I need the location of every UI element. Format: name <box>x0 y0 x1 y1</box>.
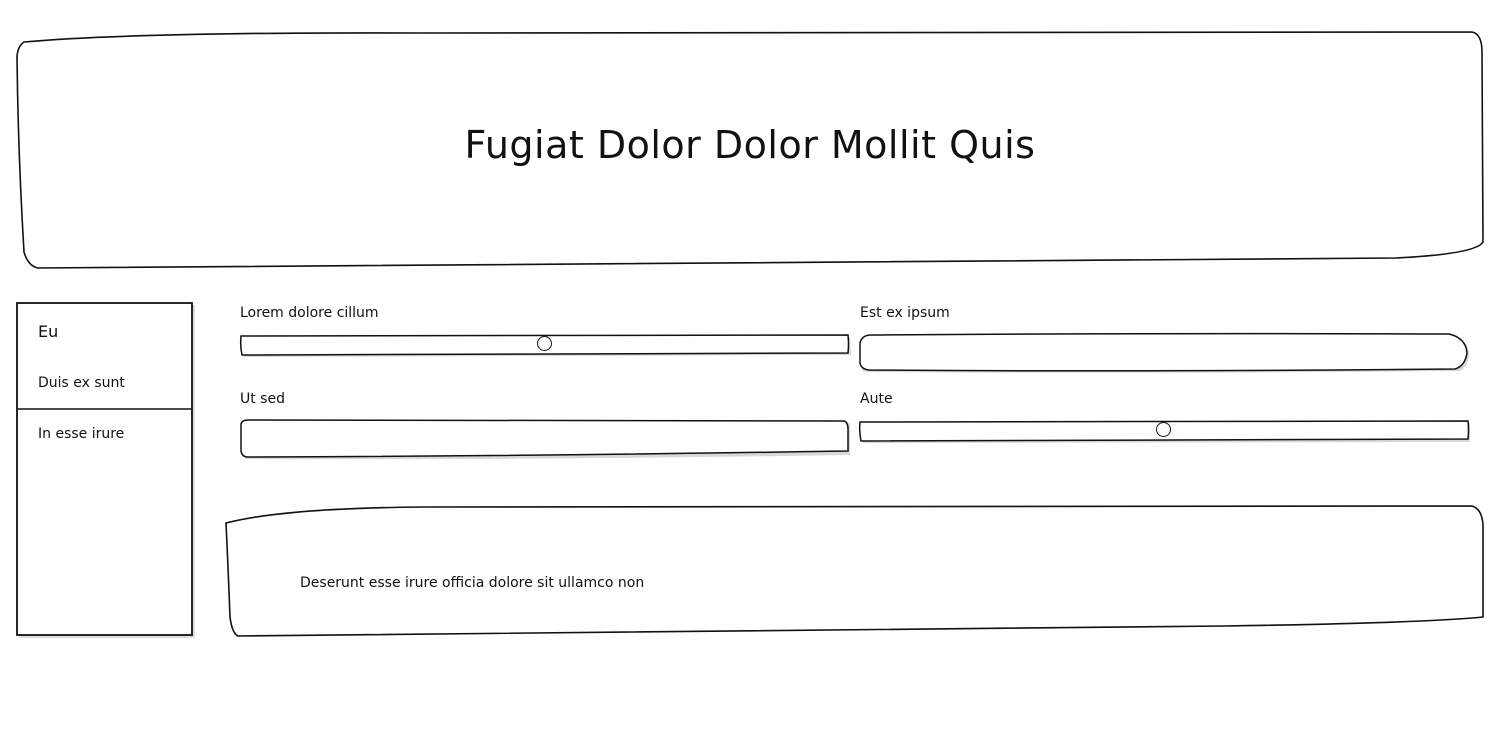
slider-knob[interactable] <box>536 336 552 351</box>
text-input-border <box>859 332 1470 373</box>
field-label-aute: Aute <box>860 391 893 407</box>
sidebar-border <box>16 302 195 638</box>
slider-aute[interactable] <box>858 420 1471 444</box>
slider-knob[interactable] <box>1155 422 1171 437</box>
header-banner: Fugiat Dolor Dolor Mollit Quis <box>16 31 1484 270</box>
sidebar-heading: Eu <box>38 322 59 341</box>
content-panel-border <box>225 505 1484 637</box>
slider-lorem-dolore-cillum[interactable] <box>239 334 852 358</box>
sidebar: Eu Duis ex sunt In esse irure <box>16 302 195 638</box>
content-panel: Deserunt esse irure officia dolore sit u… <box>224 505 1484 639</box>
page-title: Fugiat Dolor Dolor Mollit Quis <box>464 123 1036 167</box>
text-input-ut-sed[interactable] <box>240 419 852 460</box>
field-label-est-ex-ipsum: Est ex ipsum <box>860 305 950 321</box>
text-input-est-ex-ipsum[interactable] <box>859 332 1471 373</box>
sidebar-item-in-esse-irure[interactable]: In esse irure <box>38 426 124 442</box>
field-label-lorem-dolore-cillum: Lorem dolore cillum <box>240 305 379 321</box>
panel-text: Deserunt esse irure officia dolore sit u… <box>300 575 645 591</box>
field-label-ut-sed: Ut sed <box>240 391 285 407</box>
text-input-border <box>240 419 850 460</box>
sidebar-item-duis-ex-sunt[interactable]: Duis ex sunt <box>38 375 125 391</box>
